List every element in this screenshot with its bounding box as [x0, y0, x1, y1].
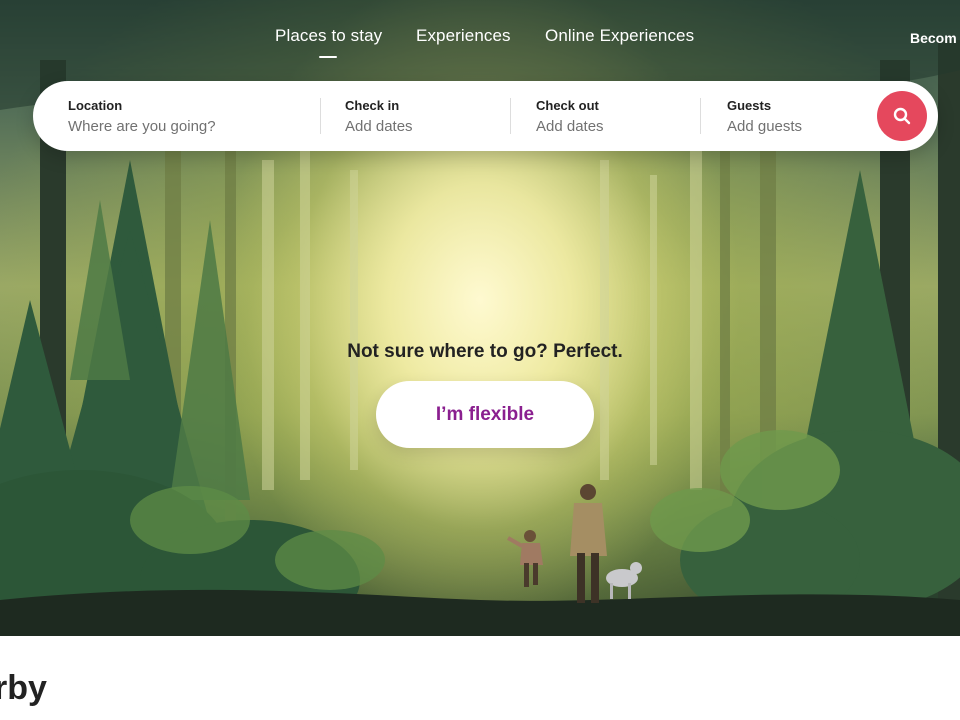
check-in-input[interactable]: Add dates: [345, 118, 413, 135]
check-out-label: Check out: [536, 98, 599, 113]
tab-places-to-stay[interactable]: Places to stay: [275, 26, 382, 46]
check-in-label: Check in: [345, 98, 400, 113]
hero-tagline: Not sure where to go? Perfect.: [347, 341, 623, 362]
location-label: Location: [68, 98, 123, 113]
search-icon: [893, 107, 911, 125]
check-in-field[interactable]: Check in Add dates: [320, 81, 510, 151]
search-button[interactable]: [877, 91, 927, 141]
guests-field[interactable]: Guests Add guests: [700, 81, 870, 151]
guests-input[interactable]: Add guests: [727, 118, 802, 135]
location-input[interactable]: Where are you going?: [68, 118, 216, 135]
tab-online-experiences[interactable]: Online Experiences: [545, 26, 694, 46]
guests-label: Guests: [727, 98, 772, 113]
top-nav: Places to stay Experiences Online Experi…: [0, 26, 960, 58]
tab-experiences[interactable]: Experiences: [416, 26, 511, 46]
check-out-field[interactable]: Check out Add dates: [510, 81, 700, 151]
location-field[interactable]: Location Where are you going?: [33, 81, 320, 151]
search-bar: Location Where are you going? Check in A…: [33, 81, 938, 151]
check-out-input[interactable]: Add dates: [536, 118, 604, 135]
hikers-illustration: [507, 484, 642, 603]
become-host-link[interactable]: Becom: [910, 30, 957, 46]
active-tab-indicator: [319, 56, 337, 58]
hero-banner: Places to stay Experiences Online Experi…: [0, 0, 960, 636]
im-flexible-button[interactable]: I’m flexible: [376, 381, 594, 448]
section-title: rby: [0, 669, 47, 707]
